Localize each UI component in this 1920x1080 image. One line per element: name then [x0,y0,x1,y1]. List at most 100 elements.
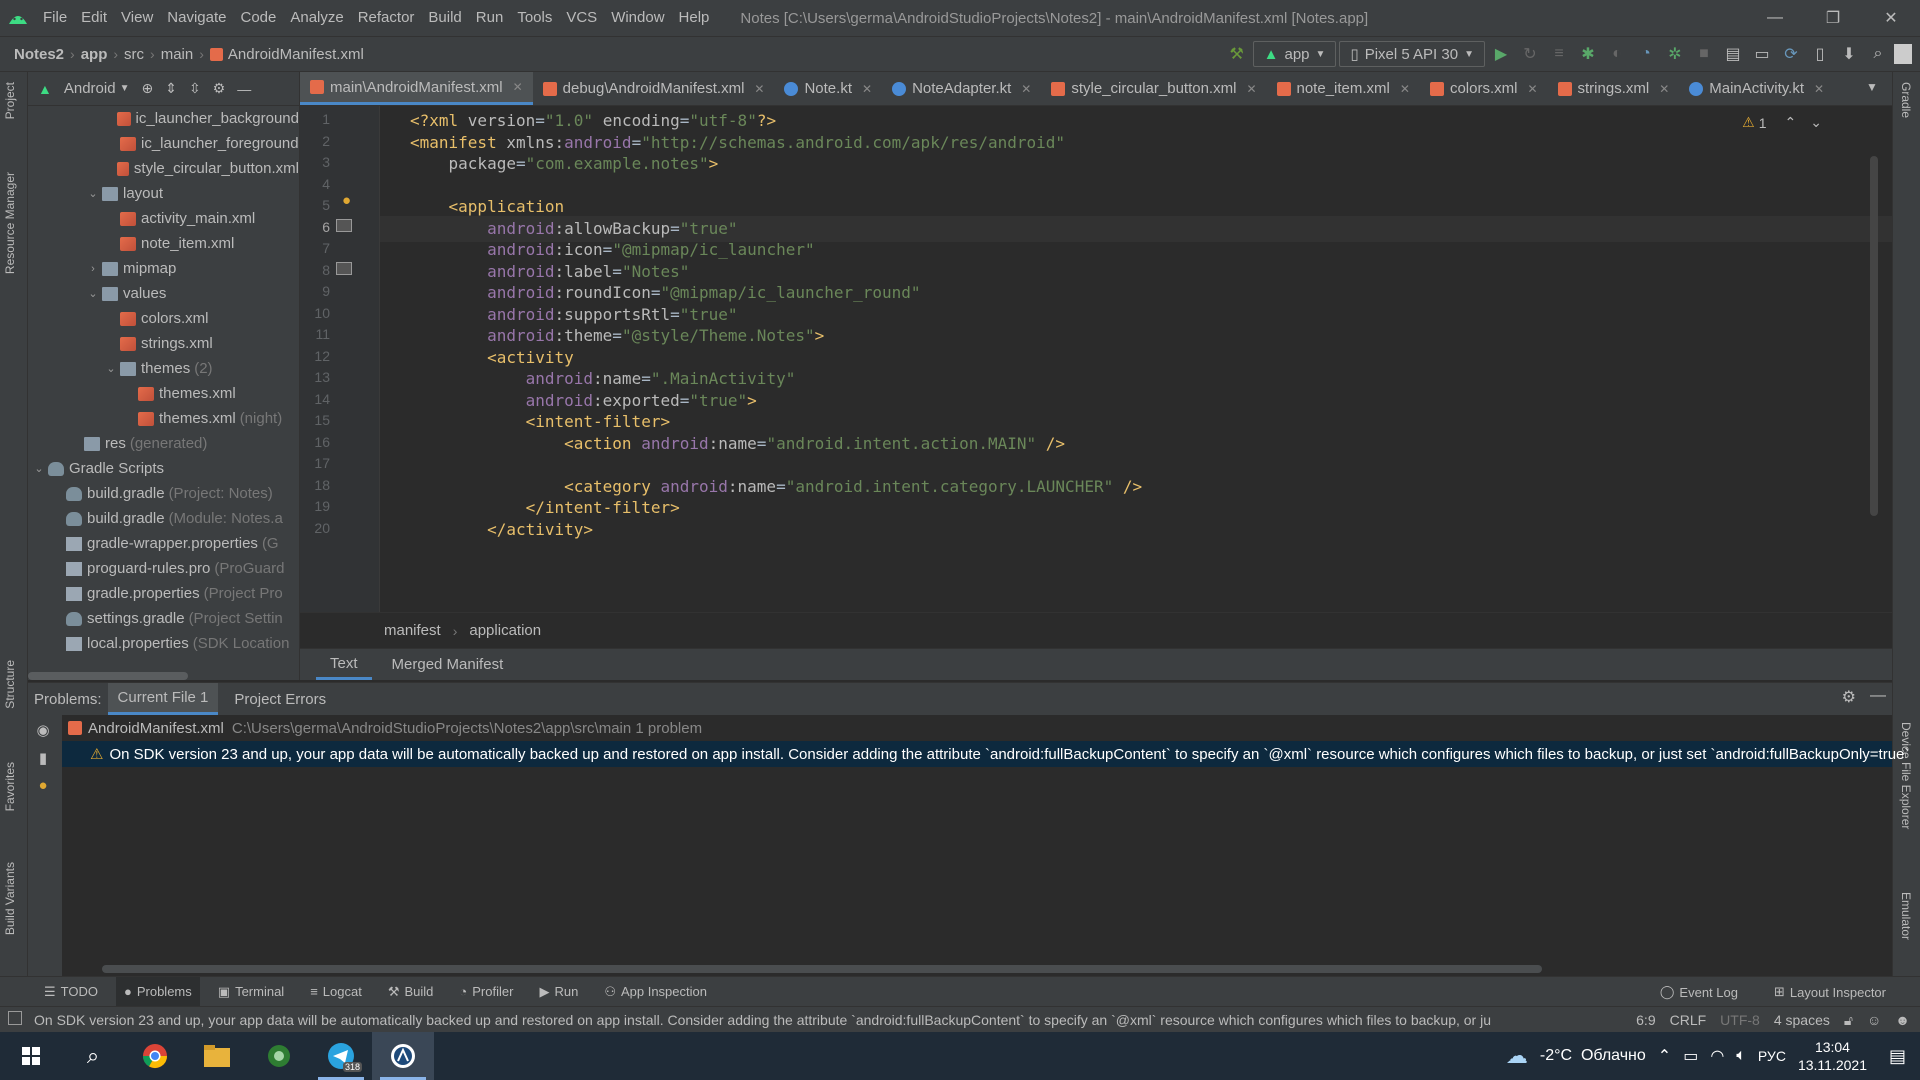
tool-window-layout-inspector[interactable]: ⊞ Layout Inspector [1766,977,1894,1007]
tree-item[interactable]: gradle-wrapper.properties (G [28,531,299,556]
editor-tab[interactable]: NoteAdapter.kt ✕ [882,72,1041,105]
windows-start-icon[interactable] [0,1032,62,1080]
editor-tab[interactable]: strings.xml ✕ [1548,72,1680,105]
tree-item[interactable]: strings.xml [28,331,299,356]
breadcrumb-item[interactable]: AndroidManifest.xml [206,46,368,63]
tree-item[interactable]: themes.xml (night) [28,406,299,431]
clock[interactable]: 13:04 13.11.2021 [1798,1038,1867,1074]
chevron-down-icon[interactable]: ▼ [120,83,130,94]
chevron-down-icon[interactable]: ⌄ [1810,114,1822,131]
tab-text[interactable]: Text [316,649,372,680]
menu-item-analyze[interactable]: Analyze [283,0,350,36]
close-tab-icon[interactable]: ✕ [754,82,764,96]
tree-item[interactable]: ⌄ values [28,281,299,306]
tool-window-problems[interactable]: ● Problems [115,976,200,1007]
tool-window-run[interactable]: ▶ Run [531,977,586,1007]
shield-icon[interactable] [248,1032,310,1080]
breadcrumb-application[interactable]: application [469,622,541,639]
hide-panel-icon[interactable]: — [237,81,251,97]
close-tab-icon[interactable]: ✕ [1400,82,1410,96]
device-manager-icon[interactable]: ▯ [1807,41,1833,67]
chevron-up-icon[interactable]: ⌃ [1658,1046,1671,1066]
minimize-icon[interactable]: — [1746,0,1804,36]
menu-item-run[interactable]: Run [469,0,511,36]
tab-current-file[interactable]: Current File 1 [107,683,219,715]
menu-item-vcs[interactable]: VCS [559,0,604,36]
tool-window-terminal[interactable]: ▣ Terminal [210,977,292,1007]
editor-tab[interactable]: style_circular_button.xml ✕ [1041,72,1266,105]
bulb-icon[interactable]: ● [38,777,47,794]
code-line[interactable]: package="com.example.notes"> [380,151,719,177]
indent-setting[interactable]: 4 spaces [1774,1012,1830,1028]
problem-file-row[interactable]: AndroidManifest.xml C:\Users\germa\Andro… [62,715,1892,741]
tab-project[interactable]: Project [3,82,17,119]
project-scrollbar[interactable] [28,672,188,680]
problems-scrollbar[interactable] [102,965,1542,973]
code-line[interactable]: </activity> [380,517,593,543]
chevron-down-icon[interactable]: ⌄ [86,287,100,300]
breadcrumb-item[interactable]: src [120,46,148,63]
sdk-manager-icon[interactable]: ⬇ [1836,41,1862,67]
editor-tab[interactable]: main\AndroidManifest.xml ✕ [300,72,533,105]
speaker-icon[interactable]: 🔈︎ [1736,1047,1746,1065]
line-separator[interactable]: CRLF [1670,1012,1707,1028]
tree-item[interactable]: ic_launcher_foreground [28,131,299,156]
chrome-icon[interactable] [124,1032,186,1080]
hide-panel-icon[interactable]: — [1870,687,1886,707]
tree-item[interactable]: themes.xml [28,381,299,406]
tree-item[interactable]: settings.gradle (Project Settin [28,606,299,631]
menu-item-edit[interactable]: Edit [74,0,114,36]
tab-project-errors[interactable]: Project Errors [224,683,336,715]
project-view-selector[interactable]: Android [64,80,116,97]
tree-item[interactable]: build.gradle (Project: Notes) [28,481,299,506]
tree-item[interactable]: gradle.properties (Project Pro [28,581,299,606]
editor-tab[interactable]: colors.xml ✕ [1420,72,1548,105]
tab-build-variants[interactable]: Build Variants [3,862,17,935]
tree-item[interactable]: ⌄ themes (2) [28,356,299,381]
gear-icon[interactable]: ⚙ [213,80,226,97]
tree-item[interactable]: ⌄ Gradle Scripts [28,456,299,481]
close-icon[interactable]: ✕ [1862,0,1920,36]
chevron-up-icon[interactable]: ⌃ [1785,114,1797,131]
notifications-icon[interactable]: ▤ [1889,1046,1906,1067]
file-explorer-icon[interactable] [186,1032,248,1080]
weather-cloud-icon[interactable]: ☁ [1506,1043,1528,1069]
close-tab-icon[interactable]: ✕ [1021,82,1031,96]
telegram-icon[interactable]: 318 [310,1032,372,1080]
locate-icon[interactable]: ⊕ [141,80,153,97]
editor-tab[interactable]: MainActivity.kt ✕ [1679,72,1834,105]
coverage-icon[interactable]: ◐ [1604,41,1630,67]
menu-item-refactor[interactable]: Refactor [351,0,422,36]
collapse-all-icon[interactable]: ⇳ [189,80,201,97]
feedback-icon[interactable]: ☺ [1867,1012,1881,1028]
inspector-face-icon[interactable]: ☻ [1895,1012,1910,1028]
run-config-selector[interactable]: ▲ app ▼ [1252,41,1337,67]
project-structure-icon[interactable]: ▤ [1720,41,1746,67]
tree-item[interactable]: proguard-rules.pro (ProGuard [28,556,299,581]
close-tab-icon[interactable]: ✕ [1659,82,1669,96]
tab-gradle[interactable]: Gradle [1899,82,1913,118]
profile-icon[interactable]: ◔ [1633,41,1659,67]
tree-item[interactable]: ic_launcher_background [28,106,299,131]
breadcrumb-item[interactable]: main [157,46,198,63]
tool-window-todo[interactable]: ☰ TODO [36,977,106,1007]
tool-window-profiler[interactable]: ◔ Profiler [451,977,521,1007]
hammer-icon[interactable]: ⚒ [1224,41,1250,67]
chevron-right-icon[interactable]: › [86,263,100,275]
tree-item[interactable]: style_circular_button.xml [28,156,299,181]
close-tab-icon[interactable]: ✕ [862,82,872,96]
sync-gradle-icon[interactable]: ⟳ [1778,41,1804,67]
tool-window-build[interactable]: ⚒ Build [380,977,442,1007]
tree-item[interactable]: res (generated) [28,431,299,456]
code-line[interactable]: <action android:name="android.intent.act… [380,431,1065,457]
editor-scrollbar[interactable] [1870,156,1878,516]
tab-merged-manifest[interactable]: Merged Manifest [378,649,518,680]
tree-item[interactable]: build.gradle (Module: Notes.a [28,506,299,531]
chevron-down-icon[interactable]: ⌄ [32,462,46,475]
chevron-down-icon[interactable]: ⌄ [86,187,100,200]
breadcrumb-item[interactable]: Notes2 [10,46,68,63]
menu-item-navigate[interactable]: Navigate [160,0,233,36]
battery-icon[interactable]: ▭ [1683,1046,1698,1066]
tree-item[interactable]: colors.xml [28,306,299,331]
caret-position[interactable]: 6:9 [1636,1012,1655,1028]
